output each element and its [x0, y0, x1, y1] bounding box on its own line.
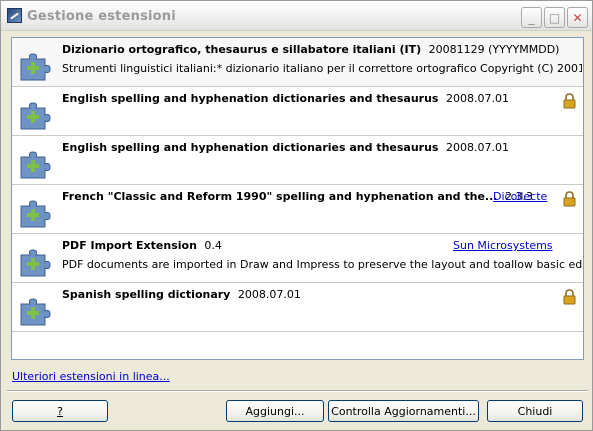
extension-description: PDF documents are imported in Draw and I… — [62, 258, 582, 271]
extension-row[interactable]: French "Classic and Reform 1990" spellin… — [12, 185, 583, 234]
extension-name: Spanish spelling dictionary — [62, 288, 231, 301]
add-button[interactable]: Aggiungi... — [226, 400, 324, 422]
extension-version: 2008.07.01 — [445, 92, 509, 105]
puzzle-icon — [20, 53, 51, 81]
close-button[interactable]: Chiudi — [487, 400, 583, 422]
extension-name: English spelling and hyphenation diction… — [62, 92, 439, 105]
extension-row[interactable]: Dizionario ortografico, thesaurus e sill… — [12, 38, 583, 87]
lock-icon — [563, 191, 576, 207]
puzzle-icon — [20, 249, 51, 277]
puzzle-icon — [20, 298, 51, 326]
app-icon — [7, 8, 22, 23]
more-extensions-online-link[interactable]: Ulteriori estensioni in linea... — [12, 370, 170, 383]
extension-row[interactable]: English spelling and hyphenation diction… — [12, 87, 583, 136]
title-bar[interactable]: Gestione estensioni _ □ ✕ — [1, 1, 592, 31]
separator — [7, 390, 588, 392]
minimize-button[interactable]: _ — [521, 7, 542, 28]
publisher-link[interactable]: Dicollecte — [493, 190, 547, 203]
extension-name: Dizionario ortografico, thesaurus e sill… — [62, 43, 422, 56]
puzzle-icon — [20, 102, 51, 130]
extension-description: Strumenti linguistici italiani:* diziona… — [62, 62, 582, 75]
puzzle-icon — [20, 200, 51, 228]
extension-row[interactable]: English spelling and hyphenation diction… — [12, 136, 583, 185]
extension-name: French "Classic and Reform 1990" spellin… — [62, 190, 498, 203]
extension-manager-window: Gestione estensioni _ □ ✕ Dizionario ort… — [0, 0, 593, 431]
extension-row[interactable]: PDF Import Extension 0.4 Sun Microsystem… — [12, 234, 583, 283]
maximize-button[interactable]: □ — [544, 7, 565, 28]
publisher-link[interactable]: Sun Microsystems — [453, 239, 553, 252]
extension-list[interactable]: Dizionario ortografico, thesaurus e sill… — [11, 37, 584, 360]
extension-row[interactable]: Spanish spelling dictionary 2008.07.01 — [12, 283, 583, 332]
check-updates-button[interactable]: Controlla Aggiornamenti... — [328, 400, 479, 422]
extension-version: 0.4 — [204, 239, 222, 252]
lock-icon — [563, 289, 576, 305]
close-window-button[interactable]: ✕ — [567, 7, 588, 28]
extension-version: 20081129 (YYYYMMDD) — [428, 43, 560, 56]
puzzle-icon — [20, 151, 51, 179]
lock-icon — [563, 93, 576, 109]
extension-name: English spelling and hyphenation diction… — [62, 141, 439, 154]
window-title: Gestione estensioni — [27, 9, 176, 24]
extension-version: 2008.07.01 — [237, 288, 301, 301]
extension-name: PDF Import Extension — [62, 239, 197, 252]
extension-version: 2008.07.01 — [445, 141, 509, 154]
help-button[interactable]: ? — [12, 400, 108, 422]
